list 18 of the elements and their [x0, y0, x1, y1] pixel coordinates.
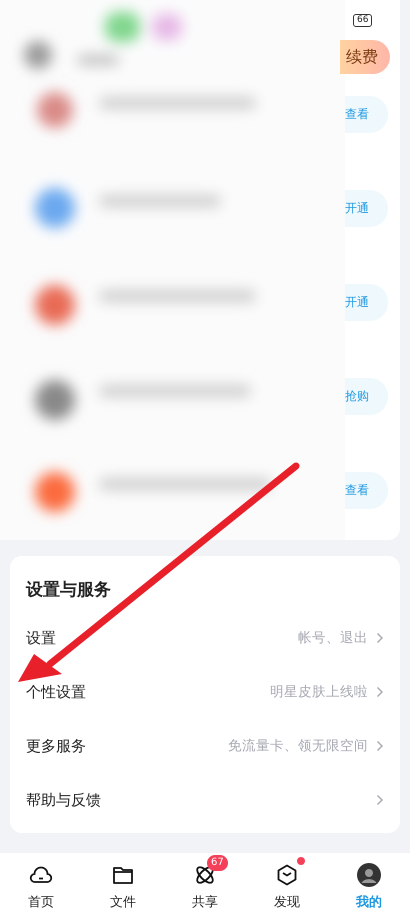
- settings-item[interactable]: 个性设置 明星皮肤上线啦: [26, 665, 384, 719]
- avatar-icon: [357, 863, 381, 887]
- count-badge: 67: [207, 855, 228, 871]
- settings-item[interactable]: 帮助与反馈: [26, 773, 384, 827]
- tab[interactable]: 首页: [11, 853, 71, 914]
- renew-button[interactable]: 续费: [340, 40, 390, 74]
- chevron-icon: [376, 632, 384, 644]
- section-title: 设置与服务: [26, 579, 112, 601]
- chevron-icon: [376, 686, 384, 698]
- tab[interactable]: 67 共享: [175, 853, 235, 914]
- settings-item[interactable]: 设置 帐号、退出: [26, 611, 384, 665]
- tab[interactable]: 发现: [257, 853, 317, 914]
- tab[interactable]: 文件: [93, 853, 153, 914]
- chevron-icon: [376, 740, 384, 752]
- settings-item[interactable]: 更多服务 免流量卡、领无限空间: [26, 719, 384, 773]
- chevron-icon: [376, 794, 384, 806]
- battery-level: 66: [353, 14, 372, 26]
- cube-icon: [275, 863, 299, 887]
